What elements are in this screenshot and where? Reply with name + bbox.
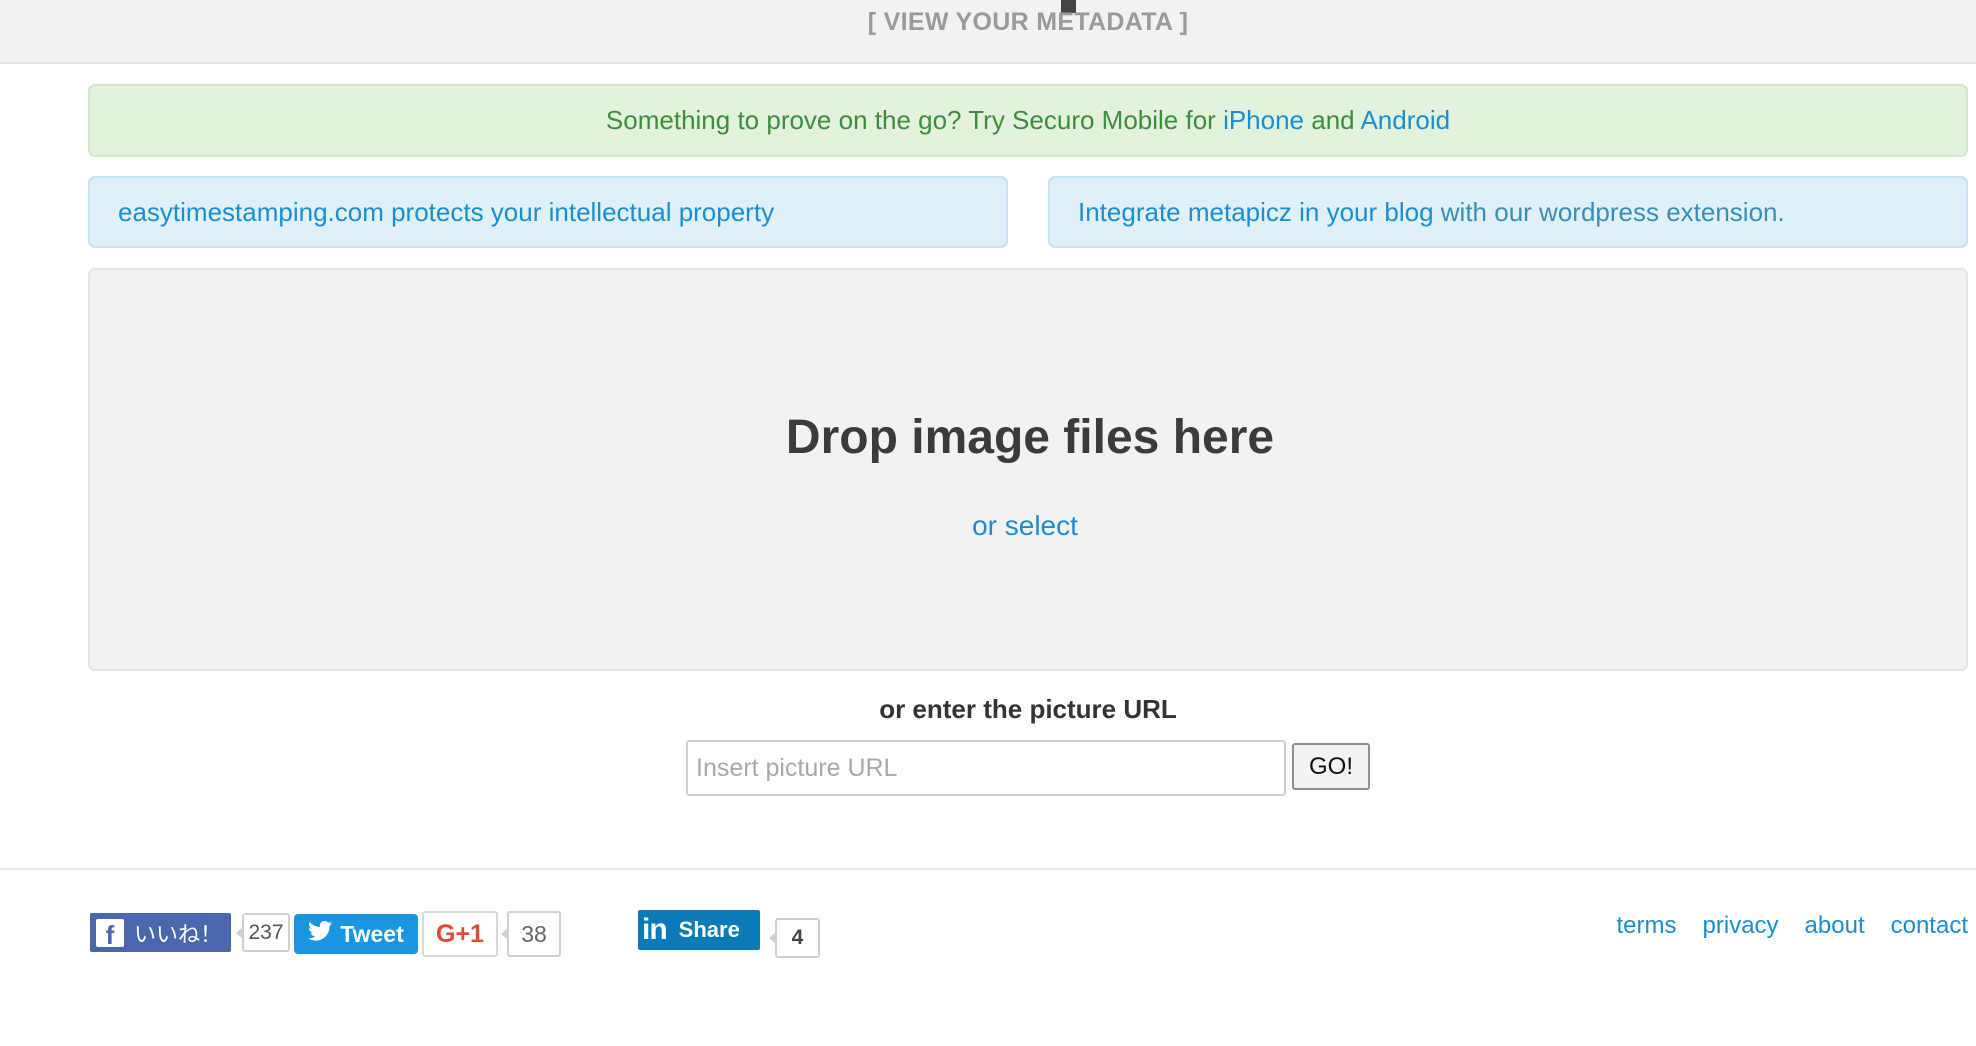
wordpress-text: with our wordpress extension. bbox=[1440, 197, 1785, 227]
about-link[interactable]: about bbox=[1805, 912, 1865, 940]
easytimestamping-link[interactable]: easytimestamping.com protects your intel… bbox=[118, 197, 774, 227]
tweet-label: Tweet bbox=[340, 920, 404, 947]
linkedin-share-label: Share bbox=[678, 917, 740, 942]
top-header: [ VIEW YOUR METADATA ] bbox=[0, 0, 1976, 64]
iphone-link[interactable]: iPhone bbox=[1223, 105, 1304, 135]
select-file-link[interactable]: or select bbox=[90, 510, 1960, 542]
linkedin-share-button[interactable]: in Share bbox=[638, 910, 760, 950]
linkedin-share-count: 4 bbox=[769, 918, 820, 958]
drop-zone-title: Drop image files here bbox=[785, 411, 1275, 464]
mobile-promo-text: Something to prove on the go? Try Securo… bbox=[605, 105, 1216, 135]
wordpress-banner: Integrate metapicz in your blog with our… bbox=[1048, 176, 1968, 248]
google-plus-count: 38 bbox=[501, 911, 561, 957]
and-text: and bbox=[1311, 105, 1355, 135]
android-link[interactable]: Android bbox=[1360, 105, 1450, 135]
tweet-button[interactable]: Tweet bbox=[294, 914, 418, 954]
facebook-icon: f bbox=[96, 918, 124, 947]
terms-link[interactable]: terms bbox=[1617, 912, 1677, 940]
google-plus-button[interactable]: G+1 bbox=[422, 911, 498, 957]
twitter-bird-icon bbox=[308, 921, 333, 947]
footer-divider bbox=[0, 868, 1976, 870]
facebook-like-count: 237 bbox=[236, 913, 290, 952]
go-button[interactable]: GO! bbox=[1292, 743, 1370, 790]
footer-nav: terms privacy about contact bbox=[1617, 912, 1968, 940]
picture-url-input[interactable] bbox=[686, 740, 1286, 796]
image-drop-zone[interactable]: Drop image files here or select bbox=[88, 268, 1968, 671]
contact-link[interactable]: contact bbox=[1891, 912, 1968, 940]
privacy-link[interactable]: privacy bbox=[1703, 912, 1779, 940]
view-metadata-link[interactable]: [ VIEW YOUR METADATA ] bbox=[0, 8, 1976, 37]
linkedin-icon: in bbox=[642, 913, 668, 946]
facebook-like-label: いいね！ bbox=[134, 921, 223, 947]
url-label: or enter the picture URL bbox=[879, 694, 1177, 724]
timestamping-banner: easytimestamping.com protects your intel… bbox=[88, 176, 1008, 248]
integrate-blog-link[interactable]: Integrate metapicz in your blog bbox=[1078, 197, 1434, 227]
facebook-like-button[interactable]: f いいね！ bbox=[90, 913, 231, 952]
mobile-promo-banner: Something to prove on the go? Try Securo… bbox=[88, 84, 1968, 157]
